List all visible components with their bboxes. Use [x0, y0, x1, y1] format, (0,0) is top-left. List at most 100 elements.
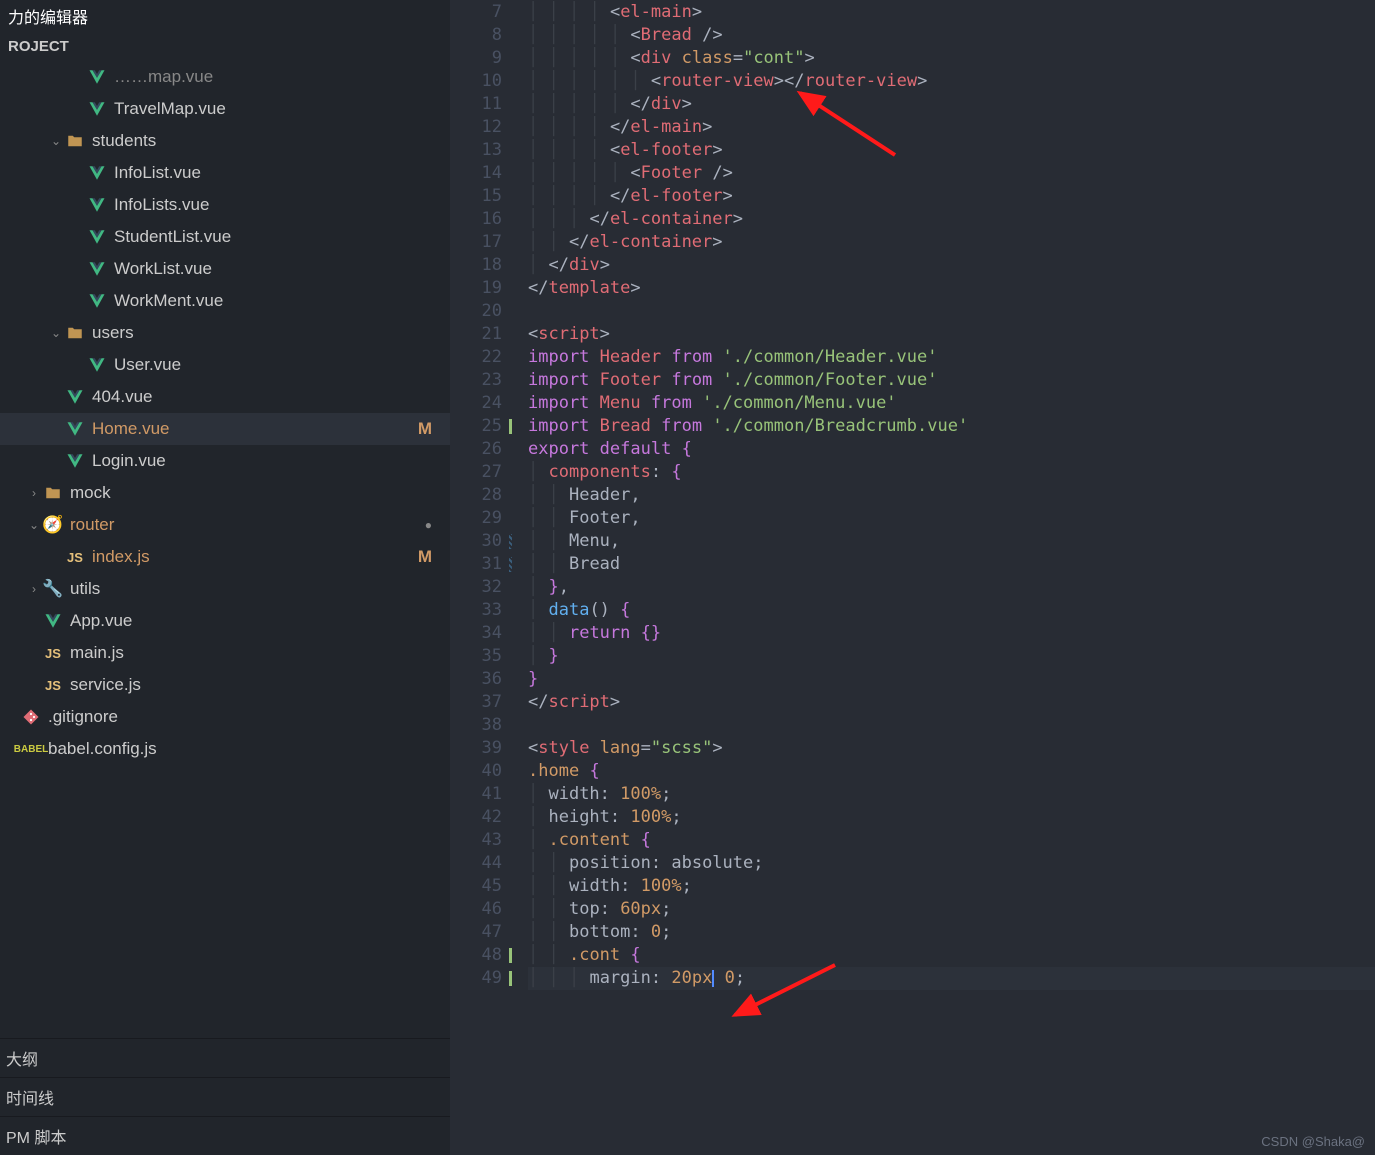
code-line[interactable]: │ │ return {} [528, 622, 1375, 645]
code-line[interactable]: │ │ │ │ <el-footer> [528, 139, 1375, 162]
code-content[interactable]: │ │ │ │ <el-main>│ │ │ │ │ <Bread />│ │ … [520, 1, 1375, 1155]
code-line[interactable]: export default { [528, 438, 1375, 461]
line-number: 12 [450, 116, 502, 139]
code-line[interactable]: <style lang="scss"> [528, 737, 1375, 760]
folder-item[interactable]: ›🔧utils [0, 573, 450, 605]
folder-icon [42, 484, 64, 502]
tree-label: utils [70, 579, 446, 599]
code-line[interactable]: │ │ bottom: 0; [528, 921, 1375, 944]
watermark: CSDN @Shaka@ [1261, 1134, 1365, 1149]
file-item[interactable]: JSservice.js [0, 669, 450, 701]
file-item[interactable]: InfoLists.vue [0, 189, 450, 221]
tree-label: ……map.vue [114, 67, 446, 87]
timeline-panel[interactable]: 时间线 [0, 1077, 450, 1116]
code-line[interactable] [528, 714, 1375, 737]
code-line[interactable]: │ } [528, 645, 1375, 668]
code-line[interactable] [528, 300, 1375, 323]
chevron-icon: ⌄ [26, 518, 42, 532]
code-line[interactable]: │ components: { [528, 461, 1375, 484]
vue-icon [64, 452, 86, 470]
file-item[interactable]: ……map.vue [0, 61, 450, 93]
code-line[interactable]: │ width: 100%; [528, 783, 1375, 806]
git-status: ● [425, 518, 446, 532]
code-line[interactable]: import Header from './common/Header.vue' [528, 346, 1375, 369]
folder-item[interactable]: ›mock [0, 477, 450, 509]
line-number: 7 [450, 1, 502, 24]
folder-item[interactable]: ⌄students [0, 125, 450, 157]
code-line[interactable]: │ │ │ │ │ <Bread /> [528, 24, 1375, 47]
code-line[interactable]: │ │ │ │ │ </div> [528, 93, 1375, 116]
code-line[interactable]: │ }, [528, 576, 1375, 599]
code-line[interactable]: } [528, 668, 1375, 691]
code-line[interactable]: │ │ │ │ │ <Footer /> [528, 162, 1375, 185]
code-line[interactable]: │ │ position: absolute; [528, 852, 1375, 875]
code-line[interactable]: import Menu from './common/Menu.vue' [528, 392, 1375, 415]
code-line[interactable]: │ │ │ │ │ <div class="cont"> [528, 47, 1375, 70]
folder-item[interactable]: ⌄🧭router● [0, 509, 450, 541]
code-line[interactable]: │ │ top: 60px; [528, 898, 1375, 921]
file-item[interactable]: App.vue [0, 605, 450, 637]
line-number: 42 [450, 806, 502, 829]
file-item[interactable]: TravelMap.vue [0, 93, 450, 125]
tree-label: TravelMap.vue [114, 99, 446, 119]
code-line[interactable]: │ │ │ │ </el-footer> [528, 185, 1375, 208]
code-line[interactable]: │ │ Footer, [528, 507, 1375, 530]
code-line[interactable]: │ │ width: 100%; [528, 875, 1375, 898]
code-line[interactable]: │ │ </el-container> [528, 231, 1375, 254]
file-item[interactable]: InfoList.vue [0, 157, 450, 189]
line-number: 24 [450, 392, 502, 415]
line-number: 26 [450, 438, 502, 461]
code-line[interactable]: </template> [528, 277, 1375, 300]
code-line[interactable]: │ data() { [528, 599, 1375, 622]
tree-label: WorkList.vue [114, 259, 446, 279]
outline-panel[interactable]: 大纲 [0, 1038, 450, 1077]
code-line[interactable]: │ │ Header, [528, 484, 1375, 507]
code-line[interactable]: │ │ │ │ │ │ <router-view></router-view> [528, 70, 1375, 93]
project-header[interactable]: ROJECT [0, 32, 450, 61]
code-line[interactable]: .home { [528, 760, 1375, 783]
line-number: 32 [450, 576, 502, 599]
code-line[interactable]: import Footer from './common/Footer.vue' [528, 369, 1375, 392]
npm-scripts-panel[interactable]: PM 脚本 [0, 1116, 450, 1155]
file-item[interactable]: 404.vue [0, 381, 450, 413]
line-number: 48 [450, 944, 502, 967]
line-number: 23 [450, 369, 502, 392]
vue-icon [42, 612, 64, 630]
code-line[interactable]: import Bread from './common/Breadcrumb.v… [528, 415, 1375, 438]
file-item[interactable]: JSindex.jsM [0, 541, 450, 573]
tree-label: Home.vue [92, 419, 418, 439]
code-line[interactable]: │ </div> [528, 254, 1375, 277]
chevron-icon: ⌄ [48, 134, 64, 148]
code-line[interactable]: │ │ .cont { [528, 944, 1375, 967]
file-item[interactable]: WorkMent.vue [0, 285, 450, 317]
code-line[interactable]: │ │ │ │ </el-main> [528, 116, 1375, 139]
line-number: 31 [450, 553, 502, 576]
code-line[interactable]: <script> [528, 323, 1375, 346]
folder-item[interactable]: ⌄users [0, 317, 450, 349]
file-item[interactable]: User.vue [0, 349, 450, 381]
code-line[interactable]: │ │ │ │ <el-main> [528, 1, 1375, 24]
code-line[interactable]: │ │ Menu, [528, 530, 1375, 553]
file-item[interactable]: Home.vueM [0, 413, 450, 445]
file-item[interactable]: Login.vue [0, 445, 450, 477]
code-line[interactable]: │ height: 100%; [528, 806, 1375, 829]
file-item[interactable]: BABELbabel.config.js [0, 733, 450, 765]
code-line[interactable]: </script> [528, 691, 1375, 714]
file-item[interactable]: JSmain.js [0, 637, 450, 669]
line-number: 41 [450, 783, 502, 806]
code-line[interactable]: │ │ │ margin: 20px 0; [528, 967, 1375, 990]
code-area[interactable]: 7891011121314151617181920212223242526272… [450, 1, 1375, 1155]
utils-icon: 🔧 [42, 579, 64, 599]
tree-label: Login.vue [92, 451, 446, 471]
code-line[interactable]: │ .content { [528, 829, 1375, 852]
title-bar: 力的编辑器 [0, 0, 450, 32]
file-item[interactable]: StudentList.vue [0, 221, 450, 253]
git-status: M [418, 547, 446, 567]
code-line[interactable]: │ │ Bread [528, 553, 1375, 576]
file-item[interactable]: WorkList.vue [0, 253, 450, 285]
js-icon: JS [42, 678, 64, 693]
bottom-panels: 大纲 时间线 PM 脚本 [0, 1038, 450, 1155]
folder-icon [64, 132, 86, 150]
file-item[interactable]: .gitignore [0, 701, 450, 733]
code-line[interactable]: │ │ │ </el-container> [528, 208, 1375, 231]
